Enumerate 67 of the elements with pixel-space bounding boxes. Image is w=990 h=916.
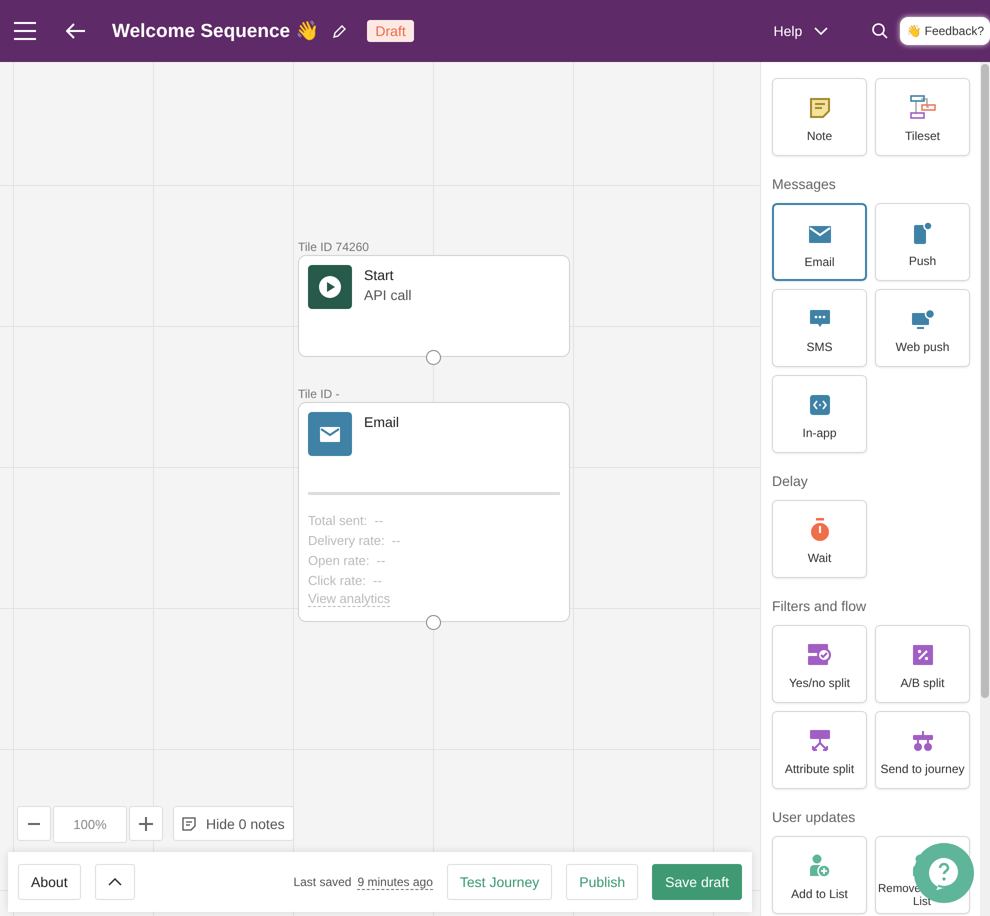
palette-tile[interactable]: In-app [772,375,867,453]
plus-icon [139,816,153,830]
percent-icon [912,645,932,665]
section-heading: Delay [772,473,809,489]
note-icon [182,816,196,830]
palette-tile[interactable]: Push [875,203,970,281]
envelope-icon [320,426,340,442]
status-badge: Draft [367,20,414,42]
section-heading: Messages [772,176,837,192]
stat-line: Delivery rate: -- [308,532,402,550]
scrollbar-thumb[interactable] [981,64,989,698]
chat-icon [808,309,830,329]
palette-tile[interactable]: Yes/no split [772,625,867,703]
menu-icon[interactable] [14,22,36,40]
back-arrow-icon[interactable] [66,23,86,39]
about-button[interactable]: About [18,864,81,900]
tile-title: Email [364,414,400,430]
hierarchy-icon [912,731,932,751]
expand-button[interactable] [94,864,135,900]
minus-icon [28,822,40,824]
section-heading: Filters and flow [772,598,868,614]
tile-title: Start [364,267,395,283]
tile-subtitle: API call [364,287,412,303]
stopwatch-icon [808,518,830,542]
feedback-button[interactable]: 👋 Feedback? [900,17,990,45]
stat-line: Open rate: -- [308,552,386,570]
help-menu[interactable]: Help [773,23,828,39]
tile-id-label: Tile ID - [298,387,340,401]
palette-tile[interactable]: A/B split [875,625,970,703]
split-check-icon [808,644,832,666]
palette-tile[interactable]: Wait [772,500,867,578]
last-saved-label: Last saved [293,875,352,889]
palette-tile[interactable]: SMS [772,289,867,367]
tile-id-label: Tile ID 74260 [298,240,369,254]
phone-icon [912,222,932,244]
branch-icon [810,730,830,752]
journey-title: Welcome Sequence 👋 [112,20,320,43]
palette-tile[interactable]: Add to List [772,836,867,914]
section-heading: User updates [772,809,856,825]
palette-tile[interactable]: Web push [875,289,970,367]
palette-tile[interactable]: Send to journey [875,711,970,789]
note-icon [808,97,830,119]
zoom-level: 100% [53,806,127,843]
chevron-down-icon [814,27,828,35]
zoom-in-button[interactable] [129,806,163,841]
stat-line: Total sent: -- [308,512,384,530]
play-icon [319,276,341,298]
pencil-icon[interactable] [333,24,348,38]
journey-tile[interactable]: Start API call [298,255,570,357]
connector-handle[interactable] [426,615,441,630]
code-icon [810,395,830,415]
zoom-out-button[interactable] [17,806,51,841]
stat-line: Click rate: -- [308,572,383,590]
last-saved-time: 9 minutes ago [357,874,433,890]
envelope-icon [808,226,830,242]
tileset-icon [910,95,936,121]
monitor-icon [910,308,934,330]
connector-handle[interactable] [426,350,441,365]
palette-tile[interactable]: Tileset [875,78,970,156]
palette-tile[interactable]: Note [772,78,867,156]
chevron-up-icon [108,878,122,886]
search-icon[interactable] [872,23,888,39]
palette-tile[interactable]: Email [772,203,867,281]
palette-tile[interactable]: Attribute split [772,711,867,789]
journey-tile[interactable]: Email Total sent: -- Delivery rate: -- Open rate: -- Click rate: -- View analytics [298,402,570,622]
hide-notes-button[interactable]: Hide 0 notes [173,806,294,841]
user-add-icon [808,854,830,878]
